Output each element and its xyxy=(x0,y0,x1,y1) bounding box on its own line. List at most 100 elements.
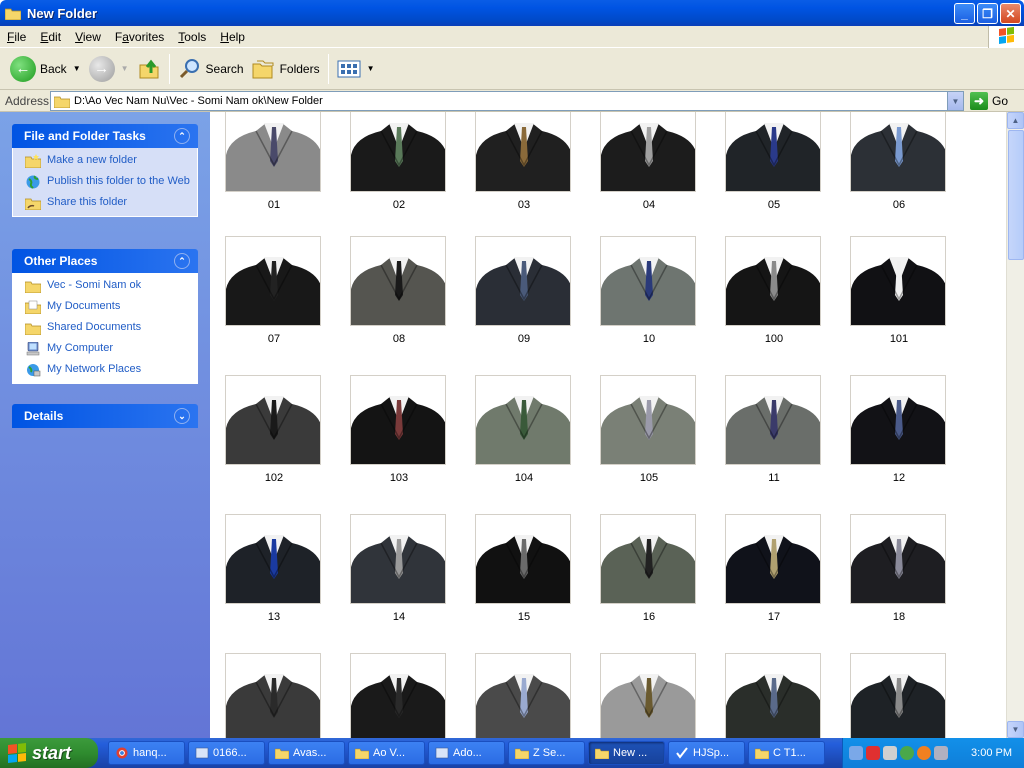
address-input[interactable]: D:\Ao Vec Nam Nu\Vec - Somi Nam ok\New F… xyxy=(50,91,964,111)
file-item[interactable]: 01 xyxy=(225,112,323,211)
title-bar[interactable]: New Folder _ ❐ ✕ xyxy=(0,0,1024,26)
file-item[interactable]: 102 xyxy=(225,375,323,484)
globe-tray-icon[interactable] xyxy=(900,746,914,760)
file-item[interactable] xyxy=(475,653,573,738)
file-item[interactable]: 10 xyxy=(600,236,698,345)
place-shared-documents[interactable]: Shared Documents xyxy=(25,321,191,335)
place-my-documents[interactable]: My Documents xyxy=(25,300,191,314)
file-item[interactable]: 05 xyxy=(725,112,823,211)
file-item[interactable] xyxy=(600,653,698,738)
folder-icon xyxy=(755,748,769,759)
file-item[interactable]: 100 xyxy=(725,236,823,345)
file-item[interactable]: 07 xyxy=(225,236,323,345)
file-item[interactable]: 11 xyxy=(725,375,823,484)
taskbar-button[interactable]: Ao V... xyxy=(348,741,425,765)
views-button[interactable]: ▼ xyxy=(333,51,379,87)
back-button[interactable]: ← Back ▼ xyxy=(6,51,85,87)
scroll-down-icon[interactable]: ▼ xyxy=(1007,721,1024,738)
publish-to-web-link[interactable]: Publish this folder to the Web xyxy=(25,175,191,189)
file-item[interactable]: 17 xyxy=(725,514,823,623)
scroll-thumb[interactable] xyxy=(1008,130,1024,260)
file-item[interactable]: 09 xyxy=(475,236,573,345)
place-my-network-places[interactable]: My Network Places xyxy=(25,363,191,377)
file-item[interactable] xyxy=(225,653,323,738)
file-item[interactable] xyxy=(725,653,823,738)
file-item[interactable]: 18 xyxy=(850,514,948,623)
app-icon xyxy=(435,747,449,759)
search-button[interactable]: Search xyxy=(174,51,248,87)
place-vec-somi-nam-ok[interactable]: Vec - Somi Nam ok xyxy=(25,279,191,293)
image-thumbnail xyxy=(725,375,821,465)
file-item[interactable]: 16 xyxy=(600,514,698,623)
folders-icon xyxy=(252,60,274,78)
other-places-header[interactable]: Other Places ⌃ xyxy=(12,249,198,273)
hand-tray-icon[interactable] xyxy=(883,746,897,760)
back-dropdown-icon[interactable]: ▼ xyxy=(73,64,81,73)
taskbar-button[interactable]: New ... xyxy=(588,741,665,765)
taskbar-button[interactable]: hanq... xyxy=(108,741,185,765)
antivirus-tray-icon[interactable] xyxy=(866,746,880,760)
expand-icon[interactable]: ⌄ xyxy=(174,408,190,424)
forward-dropdown-icon[interactable]: ▼ xyxy=(121,64,129,73)
menu-file[interactable]: File xyxy=(0,30,33,44)
menu-favorites[interactable]: Favorites xyxy=(108,30,171,44)
clock[interactable]: 3:00 PM xyxy=(971,747,1012,759)
taskbar-button[interactable]: 0166... xyxy=(188,741,265,765)
go-label: Go xyxy=(992,94,1009,108)
minimize-button[interactable]: _ xyxy=(954,3,975,24)
scroll-up-icon[interactable]: ▲ xyxy=(1007,112,1024,129)
file-item[interactable]: 02 xyxy=(350,112,448,211)
collapse-icon[interactable]: ⌃ xyxy=(174,128,190,144)
file-item[interactable]: 104 xyxy=(475,375,573,484)
check-icon xyxy=(676,747,688,759)
file-item[interactable]: 103 xyxy=(350,375,448,484)
taskbar-button[interactable]: Z Se... xyxy=(508,741,585,765)
details-header[interactable]: Details ⌄ xyxy=(12,404,198,428)
forward-button[interactable]: → ▼ xyxy=(85,51,133,87)
collapse-icon[interactable]: ⌃ xyxy=(174,253,190,269)
taskbar-button[interactable]: Avas... xyxy=(268,741,345,765)
file-item[interactable] xyxy=(850,653,948,738)
file-item[interactable]: 12 xyxy=(850,375,948,484)
app-tray-icon[interactable] xyxy=(917,746,931,760)
menu-edit[interactable]: Edit xyxy=(33,30,68,44)
folders-label: Folders xyxy=(279,61,320,76)
start-button[interactable]: start xyxy=(0,738,98,768)
taskbar-button[interactable]: HJSp... xyxy=(668,741,745,765)
address-dropdown-icon[interactable]: ▼ xyxy=(947,92,963,110)
file-item[interactable]: 105 xyxy=(600,375,698,484)
menu-tools[interactable]: Tools xyxy=(171,30,213,44)
menu-help[interactable]: Help xyxy=(213,30,252,44)
file-folder-tasks-header[interactable]: File and Folder Tasks ⌃ xyxy=(12,124,198,148)
file-item[interactable]: 14 xyxy=(350,514,448,623)
vertical-scrollbar[interactable]: ▲ ▼ xyxy=(1006,112,1024,738)
taskbar-button[interactable]: C T1... xyxy=(748,741,825,765)
close-button[interactable]: ✕ xyxy=(1000,3,1021,24)
folder-icon xyxy=(595,748,609,759)
settings-tray-icon[interactable] xyxy=(934,746,948,760)
go-button[interactable]: ➜ Go xyxy=(970,92,1008,110)
file-item[interactable]: 15 xyxy=(475,514,573,623)
network-tray-icon[interactable] xyxy=(849,746,863,760)
file-item[interactable]: 03 xyxy=(475,112,573,211)
image-thumbnail xyxy=(225,653,321,738)
file-item[interactable]: 06 xyxy=(850,112,948,211)
taskbar-button-label: Ado... xyxy=(453,747,482,759)
views-dropdown-icon[interactable]: ▼ xyxy=(367,64,375,73)
place-my-computer[interactable]: My Computer xyxy=(25,342,191,356)
go-arrow-icon: ➜ xyxy=(970,92,988,110)
folders-button[interactable]: Folders xyxy=(248,51,324,87)
file-item[interactable]: 101 xyxy=(850,236,948,345)
file-item[interactable]: 04 xyxy=(600,112,698,211)
make-new-folder-link[interactable]: Make a new folder xyxy=(25,154,191,168)
menu-view[interactable]: View xyxy=(68,30,108,44)
up-folder-button[interactable] xyxy=(133,51,165,87)
share-folder-link[interactable]: Share this folder xyxy=(25,196,191,210)
restore-button[interactable]: ❐ xyxy=(977,3,998,24)
task-label: Publish this folder to the Web xyxy=(47,175,190,187)
taskbar-button[interactable]: Ado... xyxy=(428,741,505,765)
file-item[interactable] xyxy=(350,653,448,738)
file-item[interactable]: 08 xyxy=(350,236,448,345)
file-name: 07 xyxy=(267,333,281,345)
file-item[interactable]: 13 xyxy=(225,514,323,623)
